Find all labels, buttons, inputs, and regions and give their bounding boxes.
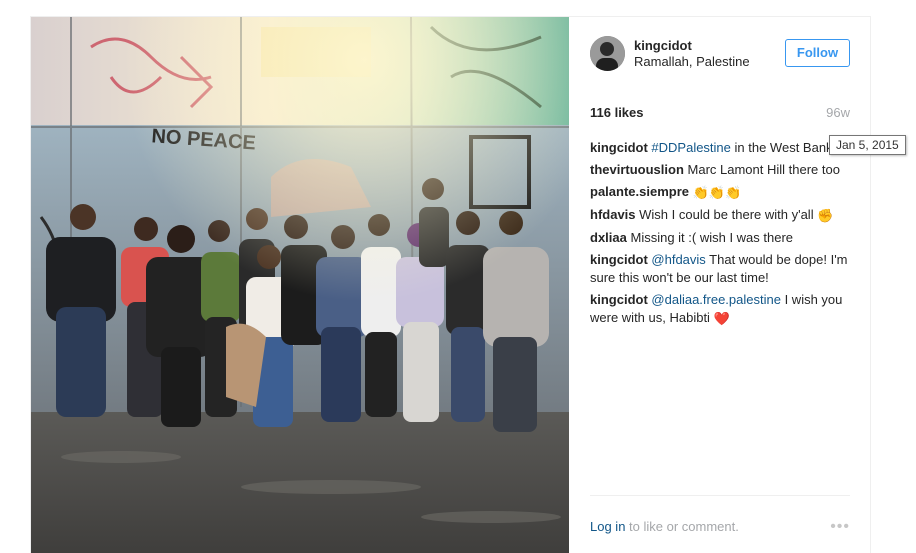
comment-text: Wish I could be there with y'all <box>639 207 814 222</box>
comment-item: thevirtuouslion Marc Lamont Hill there t… <box>590 161 852 179</box>
mention-link[interactable]: @hfdavis <box>651 252 705 267</box>
comment-username[interactable]: palante.siempre <box>590 184 689 199</box>
comment-username[interactable]: dxliaa <box>590 230 627 245</box>
comment-username[interactable]: kingcidot <box>590 140 648 155</box>
likes-count[interactable]: 116 likes <box>590 105 644 120</box>
comment-item: dxliaa Missing it :( wish I was there <box>590 229 852 247</box>
more-options-icon[interactable]: ••• <box>830 518 850 536</box>
comment-username[interactable]: thevirtuouslion <box>590 162 684 177</box>
comment-item: kingcidot #DDPalestine in the West Bank <box>590 139 852 157</box>
avatar[interactable] <box>590 36 625 71</box>
comment-item: hfdavis Wish I could be there with y'all… <box>590 206 852 225</box>
post-footer: Log in to like or comment. ••• <box>590 495 850 553</box>
post-username[interactable]: kingcidot <box>634 38 692 53</box>
post-header: kingcidot Ramallah, Palestine Follow <box>569 17 871 91</box>
post-side-panel: kingcidot Ramallah, Palestine Follow 116… <box>569 17 871 553</box>
post-location[interactable]: Ramallah, Palestine <box>634 54 750 69</box>
comment-username[interactable]: hfdavis <box>590 207 636 222</box>
post-card: NO PEACE <box>30 16 871 553</box>
follow-button[interactable]: Follow <box>785 39 850 67</box>
login-link[interactable]: Log in <box>590 519 625 534</box>
clapping-hands-icon: 👏👏👏 <box>692 185 742 200</box>
login-prompt-text: to like or comment. <box>625 519 739 534</box>
comment-text: Missing it :( wish I was there <box>630 230 794 245</box>
heart-icon: ❤️ <box>713 311 730 326</box>
raised-fist-icon: ✊ <box>817 208 834 223</box>
comment-username[interactable]: kingcidot <box>590 252 648 267</box>
comment-list: kingcidot #DDPalestine in the West Bank … <box>590 139 852 332</box>
mention-link[interactable]: @daliaa.free.palestine <box>651 292 781 307</box>
comment-item: kingcidot @hfdavis That would be dope! I… <box>590 251 852 287</box>
date-tooltip: Jan 5, 2015 <box>829 135 906 155</box>
post-age[interactable]: 96w <box>826 105 850 120</box>
comment-item: kingcidot @daliaa.free.palestine I wish … <box>590 291 852 328</box>
hashtag-link[interactable]: #DDPalestine <box>651 140 731 155</box>
post-photo[interactable]: NO PEACE <box>31 17 569 553</box>
comment-text: Marc Lamont Hill there too <box>687 162 840 177</box>
comment-username[interactable]: kingcidot <box>590 292 648 307</box>
login-prompt: Log in to like or comment. <box>590 519 739 534</box>
comment-item: palante.siempre 👏👏👏 <box>590 183 852 202</box>
comment-text: in the West Bank <box>730 140 833 155</box>
post-meta: 116 likes 96w <box>590 105 850 125</box>
